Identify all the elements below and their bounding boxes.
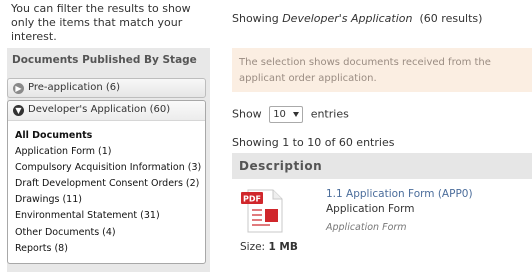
entries-select[interactable]: 10 <box>269 106 304 123</box>
doc-type-item[interactable]: Application Form (1) <box>15 144 201 160</box>
doc-type-item[interactable]: Compulsory Acquisition Information (3) <box>15 160 201 176</box>
pdf-icon-label: PDF <box>243 195 261 204</box>
document-type: Application Form <box>326 203 415 215</box>
stage-header[interactable]: ▼ Developer's Application (60) <box>8 101 205 121</box>
show-label: Show <box>232 107 262 121</box>
arrow-down-icon: ▼ <box>13 105 24 116</box>
doc-type-item[interactable]: Reports (8) <box>15 241 201 257</box>
entries-value: 10 <box>273 109 286 120</box>
stage-name: Developer's Application <box>282 12 413 25</box>
document-type-list: All Documents Application Form (1) Compu… <box>15 128 201 257</box>
doc-type-item[interactable]: Other Documents (4) <box>15 225 201 241</box>
chevron-down-icon <box>293 112 300 117</box>
pdf-file-icon[interactable]: PDF <box>240 188 286 234</box>
filter-intro-text: You can filter the results to show only … <box>11 2 191 43</box>
doc-type-item[interactable]: Environmental Statement (31) <box>15 208 201 224</box>
stage-label: Pre-application (6) <box>28 82 121 93</box>
entries-label: entries <box>310 107 349 121</box>
results-count: (60 results) <box>419 12 483 25</box>
doc-type-item[interactable]: Drawings (11) <box>15 192 201 208</box>
stage-pre-application[interactable]: ▶ Pre-application (6) <box>7 78 206 98</box>
stage-label: Developer's Application (60) <box>28 104 171 115</box>
document-link[interactable]: 1.1 Application Form (APP0) <box>326 188 473 200</box>
entries-control: Show 10 entries <box>232 106 349 123</box>
showing-prefix: Showing <box>232 12 279 25</box>
doc-type-item[interactable]: Draft Development Consent Orders (2) <box>15 176 201 192</box>
document-category: Application Form <box>326 222 407 233</box>
showing-entries-count: Showing 1 to 10 of 60 entries <box>232 136 395 149</box>
size-label: Size: <box>240 241 266 253</box>
description-column-header[interactable]: Description <box>232 153 532 179</box>
document-size: Size: 1 MB <box>240 241 298 253</box>
size-value: 1 MB <box>268 241 298 253</box>
doc-type-all-documents[interactable]: All Documents <box>15 128 201 144</box>
stage-developers-application: ▼ Developer's Application (60) All Docum… <box>7 100 206 264</box>
arrow-right-icon: ▶ <box>13 83 24 94</box>
results-summary: Showing Developer's Application (60 resu… <box>232 12 482 25</box>
panel-title: Documents Published By Stage <box>12 54 197 66</box>
selection-notice: The selection shows documents received f… <box>232 48 532 92</box>
